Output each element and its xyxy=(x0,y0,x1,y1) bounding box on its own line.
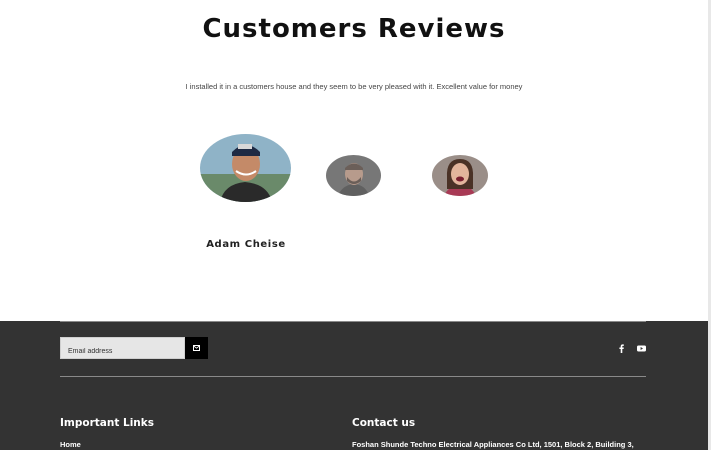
contact-heading: Contact us xyxy=(352,417,416,429)
man-beard-avatar-icon xyxy=(326,155,381,196)
section-title: Customers Reviews xyxy=(202,14,506,44)
reviewer-avatar[interactable] xyxy=(326,155,381,196)
envelope-icon xyxy=(193,345,200,351)
facebook-icon xyxy=(619,343,624,353)
email-input[interactable] xyxy=(61,341,184,362)
youtube-icon xyxy=(636,345,646,351)
review-quote: I installed it in a customers house and … xyxy=(185,82,523,91)
divider xyxy=(60,321,646,322)
customer-reviews-section: Customers Reviews I installed it in a cu… xyxy=(0,0,708,321)
youtube-link[interactable] xyxy=(635,343,647,353)
man-cap-avatar-icon xyxy=(200,134,291,202)
reviewer-name: Adam Cheise xyxy=(206,239,286,250)
divider xyxy=(60,376,646,377)
newsletter-submit-button[interactable] xyxy=(185,337,208,359)
contact-address: Foshan Shunde Techno Electrical Applianc… xyxy=(352,440,634,449)
site-footer: Important Links Home Contact us Foshan S… xyxy=(0,321,708,450)
footer-link-home[interactable]: Home xyxy=(60,440,81,449)
newsletter-form xyxy=(60,337,185,362)
important-links-heading: Important Links xyxy=(60,417,155,429)
facebook-link[interactable] xyxy=(617,343,626,353)
woman-smiling-avatar-icon xyxy=(432,155,488,196)
reviewer-avatar[interactable] xyxy=(432,155,488,196)
reviewer-avatar-active[interactable] xyxy=(200,134,291,202)
